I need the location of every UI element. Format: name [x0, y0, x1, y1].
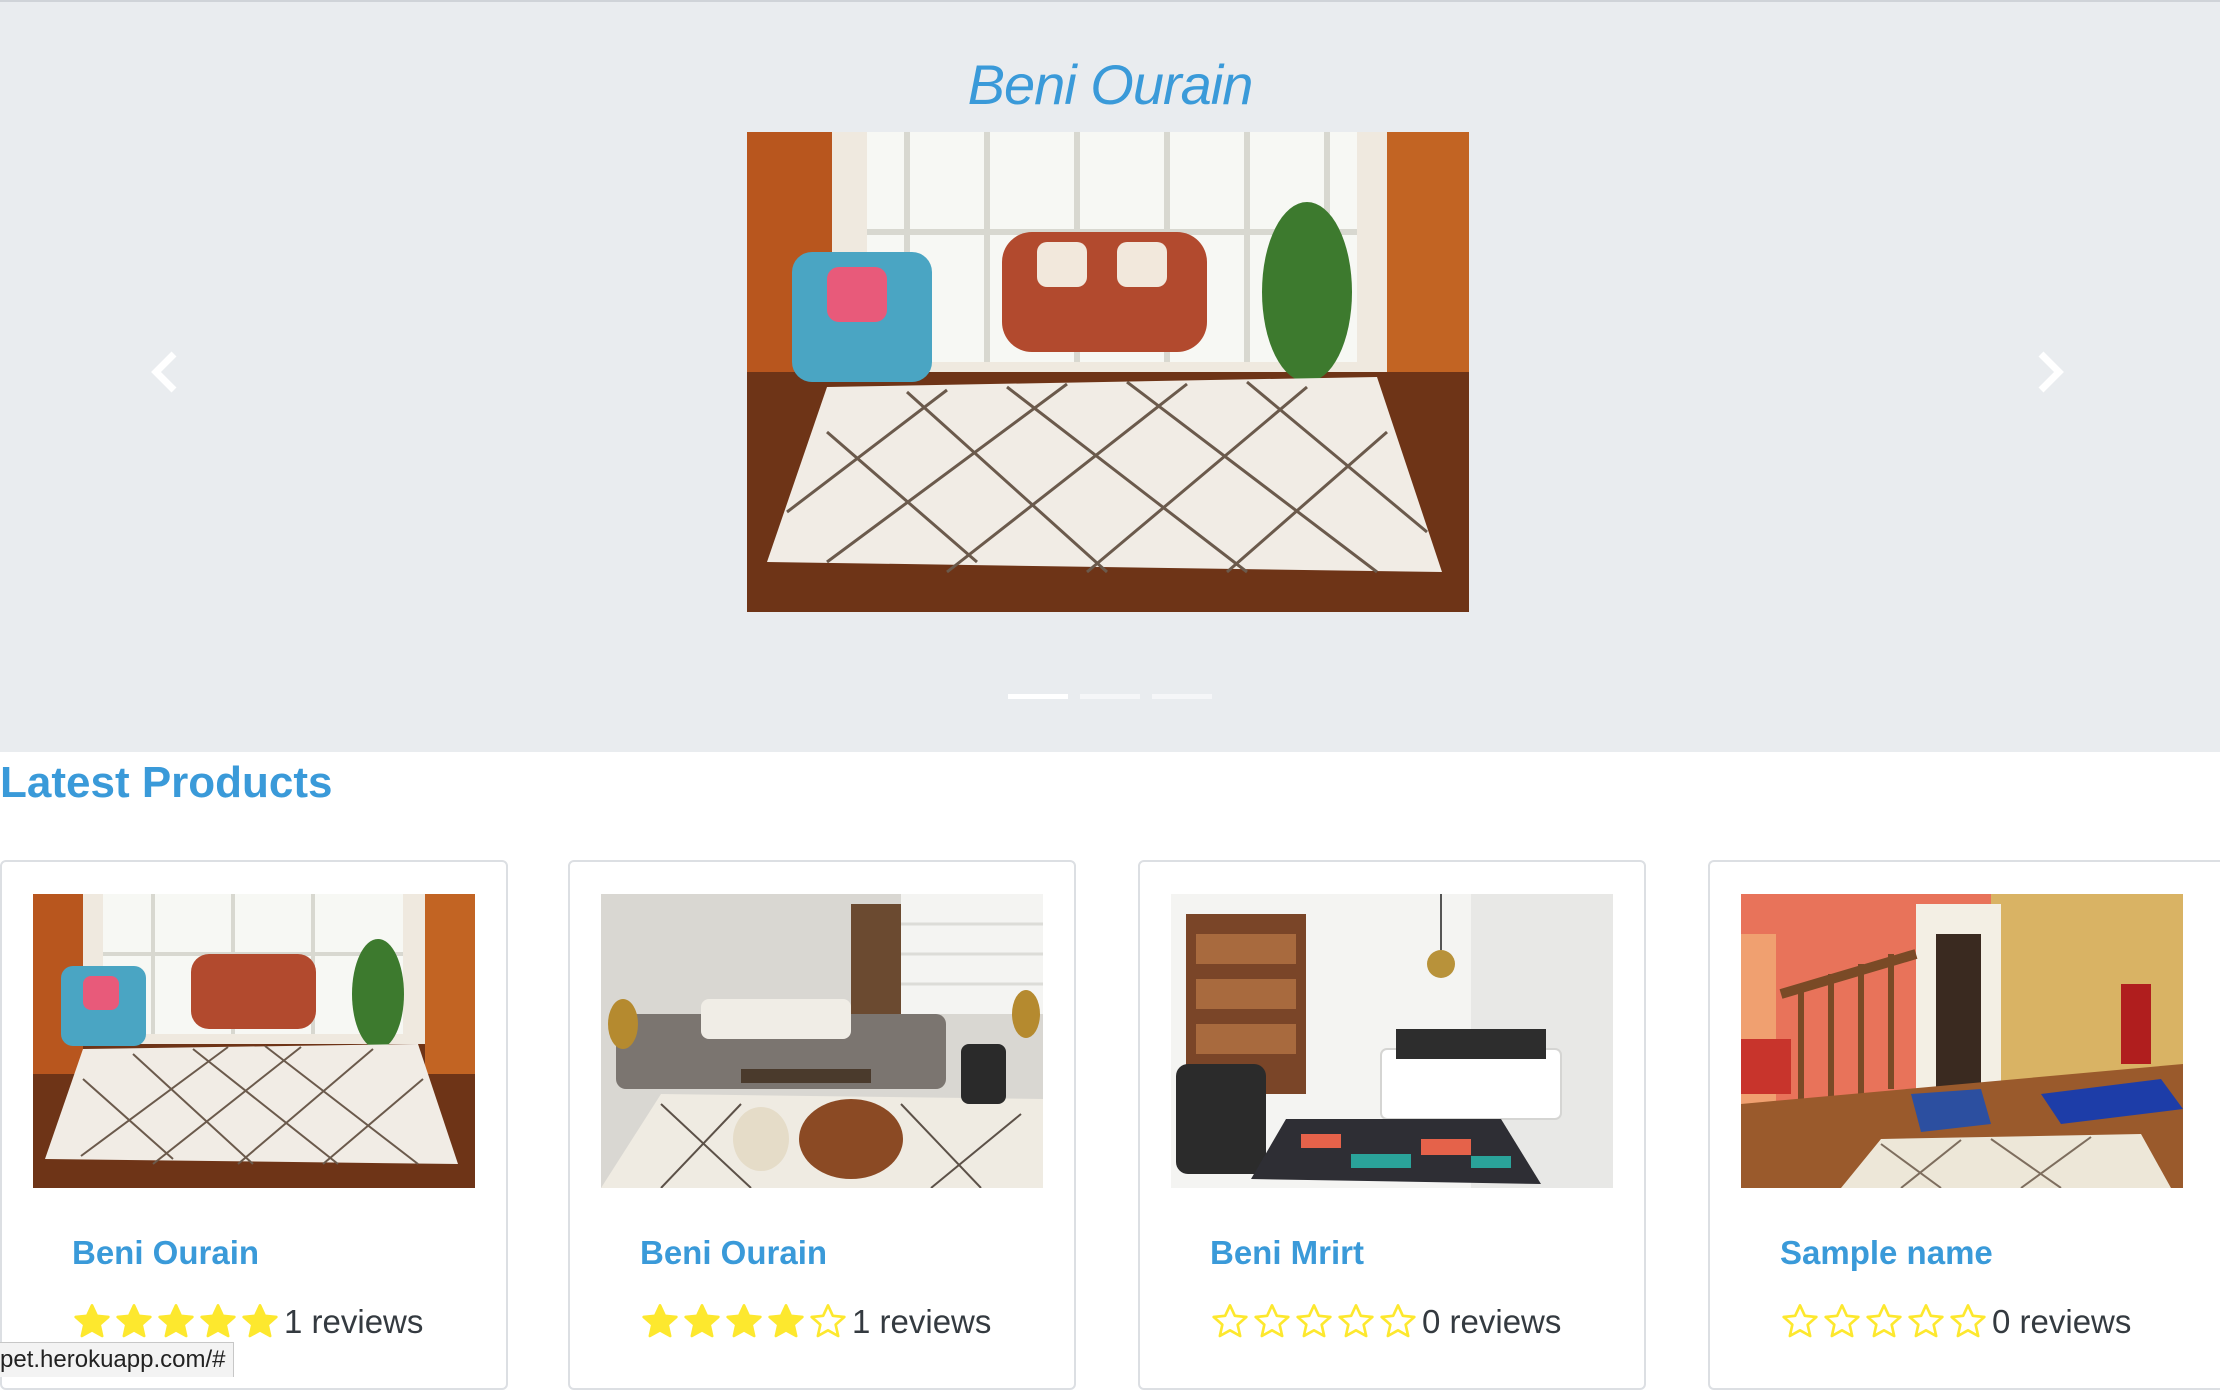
carousel-indicators	[0, 694, 2220, 699]
product-rating: 1 reviews	[640, 1302, 991, 1342]
product-image[interactable]	[601, 894, 1043, 1188]
product-title[interactable]: Beni Ourain	[640, 1234, 827, 1272]
carousel-indicator-2[interactable]	[1080, 694, 1140, 699]
product-title[interactable]: Beni Mrirt	[1210, 1234, 1364, 1272]
review-count: 1 reviews	[852, 1303, 992, 1340]
product-title[interactable]: Beni Ourain	[72, 1234, 259, 1272]
star-icon	[726, 1304, 762, 1338]
carousel-indicator-3[interactable]	[1152, 694, 1212, 699]
star-icon	[768, 1304, 804, 1338]
star-outline-icon	[1254, 1304, 1290, 1338]
star-outline-icon	[1338, 1304, 1374, 1338]
star-icon	[242, 1304, 278, 1338]
product-card: Sample name 0 reviews	[1708, 860, 2220, 1390]
carousel-slide-title[interactable]: Beni Ourain	[0, 52, 2220, 117]
latest-products-heading: Latest Products	[0, 758, 333, 807]
star-outline-icon	[1380, 1304, 1416, 1338]
review-count: 1 reviews	[284, 1303, 424, 1340]
star-outline-icon	[1296, 1304, 1332, 1338]
product-card: Beni Ourain 1 reviews	[0, 860, 508, 1390]
review-count: 0 reviews	[1992, 1303, 2132, 1340]
product-rating: 1 reviews	[72, 1302, 423, 1342]
star-icon	[684, 1304, 720, 1338]
product-rating: 0 reviews	[1210, 1302, 1561, 1342]
product-image[interactable]	[1741, 894, 2183, 1188]
carousel-slide-image[interactable]	[747, 132, 1469, 612]
product-rating: 0 reviews	[1780, 1302, 2131, 1342]
star-icon	[74, 1304, 110, 1338]
star-icon	[200, 1304, 236, 1338]
status-bar-url: pet.herokuapp.com/#	[0, 1342, 235, 1377]
star-icon	[642, 1304, 678, 1338]
carousel-prev-button[interactable]	[135, 342, 195, 402]
star-outline-icon	[1950, 1304, 1986, 1338]
carousel-indicator-1[interactable]	[1008, 694, 1068, 699]
star-outline-icon	[1782, 1304, 1818, 1338]
product-card: Beni Mrirt 0 reviews	[1138, 860, 1646, 1390]
star-outline-icon	[1866, 1304, 1902, 1338]
product-image[interactable]	[33, 894, 475, 1188]
star-icon	[158, 1304, 194, 1338]
star-outline-icon	[810, 1304, 846, 1338]
star-outline-icon	[1212, 1304, 1248, 1338]
chevron-right-icon	[2038, 351, 2064, 393]
star-outline-icon	[1824, 1304, 1860, 1338]
star-icon	[116, 1304, 152, 1338]
product-card: Beni Ourain 1 reviews	[568, 860, 1076, 1390]
product-image[interactable]	[1171, 894, 1613, 1188]
review-count: 0 reviews	[1422, 1303, 1562, 1340]
carousel-next-button[interactable]	[2020, 342, 2080, 402]
chevron-left-icon	[151, 351, 177, 393]
star-outline-icon	[1908, 1304, 1944, 1338]
hero-carousel: Beni Ourain	[0, 2, 2220, 752]
product-title[interactable]: Sample name	[1780, 1234, 1993, 1272]
